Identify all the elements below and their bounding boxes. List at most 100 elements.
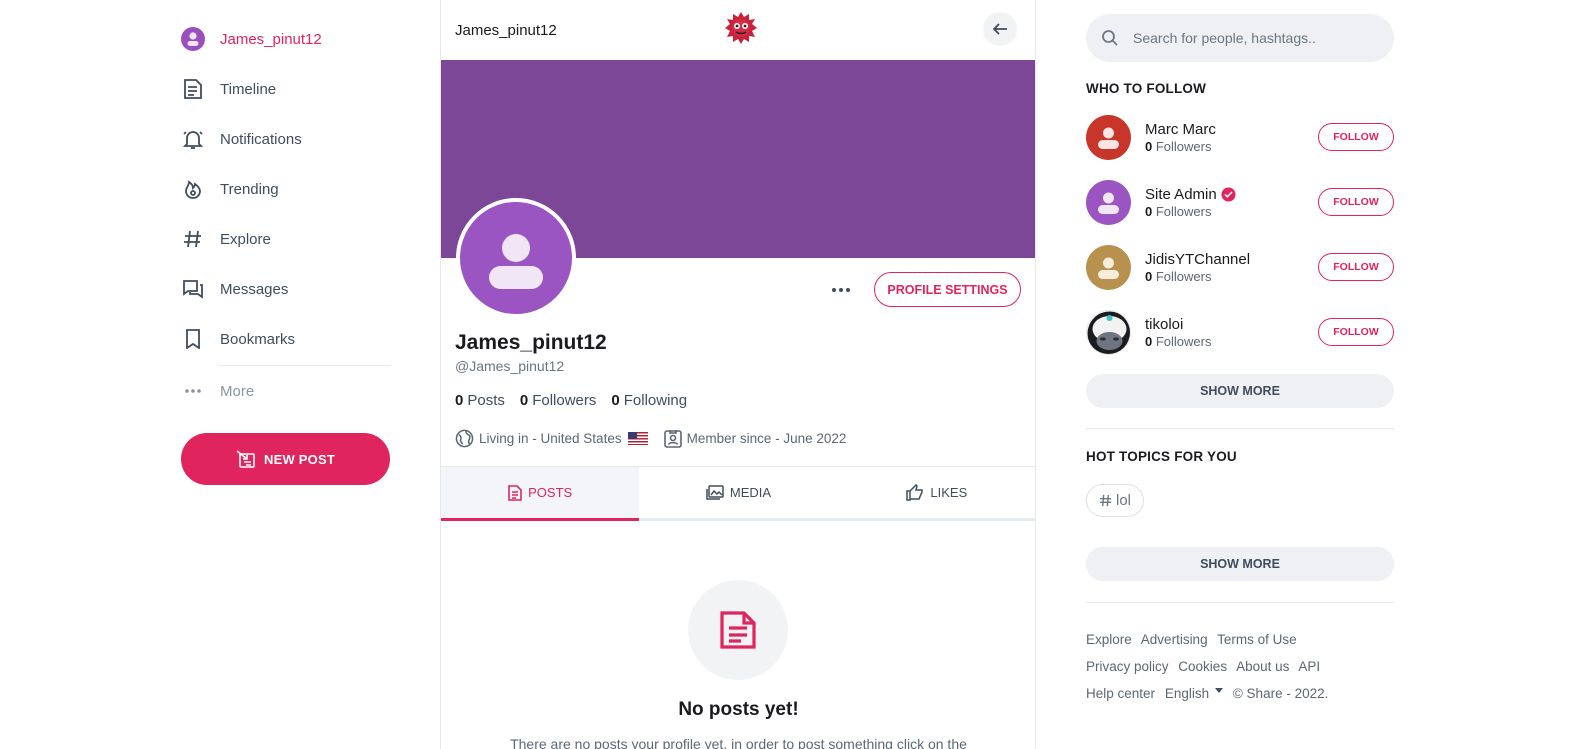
share-logo-icon[interactable]: [724, 11, 758, 45]
sidebar-item-bookmarks[interactable]: Bookmarks: [181, 314, 391, 364]
right-sidebar: WHO TO FOLLOW Marc Marc 0 Followers FOLL…: [1086, 14, 1394, 701]
follow-suggestion: Site Admin 0 Followers FOLLOW: [1086, 179, 1394, 225]
tab-likes[interactable]: LIKES: [838, 467, 1036, 518]
sidebar-item-label: Explore: [220, 230, 271, 248]
search-bar: [1086, 14, 1394, 62]
more-options-button[interactable]: [826, 280, 856, 300]
footer-link-api[interactable]: API: [1298, 659, 1320, 674]
empty-state-title: No posts yet!: [678, 699, 799, 720]
follow-suggestion: Marc Marc 0 Followers FOLLOW: [1086, 114, 1394, 160]
profile-tabs: POSTS MEDIA LIKES: [441, 466, 1036, 521]
follow-button[interactable]: FOLLOW: [1318, 253, 1394, 281]
suggestion-info: Marc Marc 0 Followers: [1145, 121, 1318, 154]
new-post-button[interactable]: NEW POST: [181, 433, 390, 485]
suggestion-name-text: Site Admin: [1145, 185, 1217, 203]
sidebar-item-messages[interactable]: Messages: [181, 264, 391, 314]
avatar[interactable]: [1086, 179, 1131, 225]
search-input[interactable]: [1133, 30, 1373, 46]
new-post-label: NEW POST: [264, 451, 335, 467]
followers-count: 0: [1145, 138, 1153, 154]
tab-label: LIKES: [930, 485, 968, 500]
suggestion-followers: 0 Followers: [1145, 334, 1318, 349]
following-stat[interactable]: 0 Following: [611, 392, 687, 409]
footer-link-advertising[interactable]: Advertising: [1141, 632, 1208, 647]
topic-chip[interactable]: lol: [1086, 484, 1145, 517]
avatar[interactable]: [1086, 309, 1131, 355]
footer-links: Explore Advertising Terms of Use Privacy…: [1086, 626, 1406, 707]
divider: [1086, 602, 1394, 603]
profile-avatar[interactable]: [456, 198, 576, 318]
location-text: Living in - United States: [479, 431, 622, 446]
suggestion-name-text: Marc Marc: [1145, 120, 1216, 138]
bell-icon: [181, 127, 205, 151]
suggestion-name[interactable]: JidisYTChannel: [1145, 251, 1318, 268]
sidebar-item-label: Notifications: [220, 130, 302, 148]
followers-label: Followers: [1155, 333, 1212, 349]
posts-label: Posts: [467, 392, 505, 409]
caret-down-icon: [1215, 688, 1224, 693]
footer-link-privacy[interactable]: Privacy policy: [1086, 659, 1169, 674]
language-selector[interactable]: English: [1165, 680, 1224, 707]
sidebar-item-label: More: [220, 382, 255, 400]
back-button[interactable]: [983, 12, 1017, 46]
hashtag-icon: [181, 227, 205, 251]
sidebar-item-profile[interactable]: James_pinut12: [181, 14, 391, 64]
suggestion-name-text: JidisYTChannel: [1145, 250, 1251, 268]
sidebar-item-label: Timeline: [220, 80, 277, 98]
profile-stats: 0 Posts 0 Followers 0 Following: [455, 392, 687, 409]
suggestion-name[interactable]: Marc Marc: [1145, 121, 1318, 138]
footer-link-about[interactable]: About us: [1236, 659, 1289, 674]
sidebar-item-trending[interactable]: Trending: [181, 164, 391, 214]
id-card-icon: [663, 430, 682, 448]
follow-button[interactable]: FOLLOW: [1318, 318, 1394, 346]
search-icon: [1102, 30, 1118, 46]
suggestion-name[interactable]: Site Admin: [1145, 186, 1318, 203]
divider: [1086, 428, 1394, 429]
sidebar-item-timeline[interactable]: Timeline: [181, 64, 391, 114]
follow-button[interactable]: FOLLOW: [1318, 188, 1394, 216]
ellipsis-icon: [832, 288, 850, 292]
verified-badge-icon: [1221, 187, 1236, 201]
follow-button[interactable]: FOLLOW: [1318, 123, 1394, 151]
sidebar-item-explore[interactable]: Explore: [181, 214, 391, 264]
footer-link-help[interactable]: Help center: [1086, 686, 1155, 701]
sidebar-item-more[interactable]: More: [181, 366, 391, 416]
header-username: James_pinut12: [455, 21, 557, 39]
ellipsis-icon: [181, 379, 205, 403]
avatar[interactable]: [1086, 244, 1131, 290]
posts-stat[interactable]: 0 Posts: [455, 392, 505, 409]
empty-state-icon: [688, 580, 788, 680]
footer-link-cookies[interactable]: Cookies: [1178, 659, 1227, 674]
avatar: [181, 27, 205, 51]
thumbs-up-icon: [906, 484, 924, 501]
profile-main: James_pinut12 PROFILE SETTINGS James_pin…: [440, 0, 1036, 749]
image-icon: [706, 485, 724, 500]
following-count: 0: [611, 392, 620, 409]
followers-count: 0: [519, 392, 529, 409]
footer-link-terms[interactable]: Terms of Use: [1217, 632, 1297, 647]
tab-media[interactable]: MEDIA: [639, 467, 837, 518]
show-more-topics-button[interactable]: SHOW MORE: [1086, 547, 1394, 581]
suggestion-info: JidisYTChannel 0 Followers: [1145, 251, 1318, 284]
tab-label: MEDIA: [729, 485, 772, 500]
profile-name: James_pinut12: [455, 331, 607, 354]
tab-posts[interactable]: POSTS: [441, 467, 640, 521]
sidebar-item-label: Messages: [220, 280, 289, 298]
messages-icon: [181, 277, 205, 301]
followers-label: Followers: [1155, 203, 1212, 219]
profile-settings-button[interactable]: PROFILE SETTINGS: [874, 272, 1021, 307]
footer-link-explore[interactable]: Explore: [1086, 632, 1132, 647]
us-flag-icon: [627, 432, 648, 445]
empty-state-description: There are no posts your profile yet, in …: [510, 736, 967, 749]
suggestion-followers: 0 Followers: [1145, 139, 1318, 154]
followers-stat[interactable]: 0 Followers: [520, 392, 597, 409]
followers-count: 0: [1145, 333, 1153, 349]
top-bar: James_pinut12: [441, 0, 1035, 60]
follow-suggestion: JidisYTChannel 0 Followers FOLLOW: [1086, 244, 1394, 290]
suggestion-name[interactable]: tikoloi: [1145, 316, 1318, 333]
suggestion-followers: 0 Followers: [1145, 204, 1318, 219]
followers-count: 0: [1145, 203, 1153, 219]
avatar[interactable]: [1086, 114, 1131, 160]
show-more-people-button[interactable]: SHOW MORE: [1086, 374, 1394, 408]
sidebar-item-notifications[interactable]: Notifications: [181, 114, 391, 164]
